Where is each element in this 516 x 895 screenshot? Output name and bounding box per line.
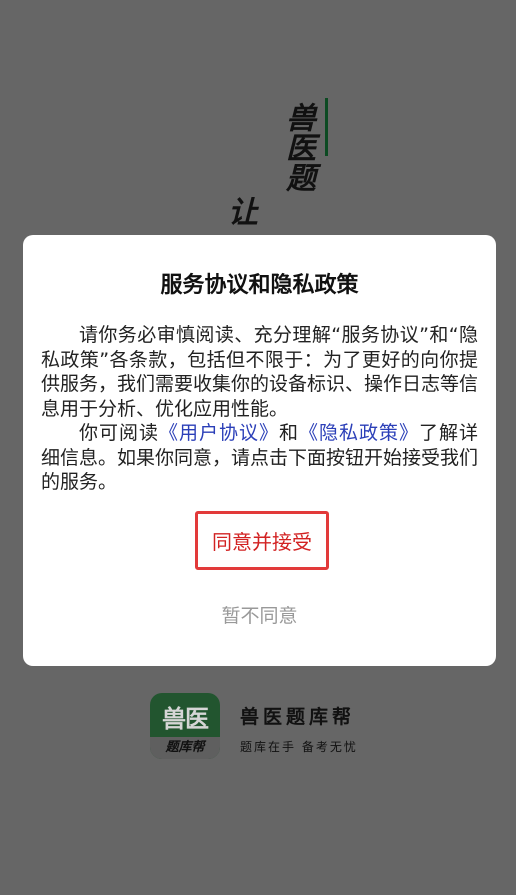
privacy-policy-link[interactable]: 《隐私政策》 (299, 422, 419, 444)
user-agreement-link[interactable]: 《用户协议》 (159, 422, 279, 444)
logo-text-top: 兽医 (162, 705, 209, 733)
slogan-accent-bar (325, 98, 328, 156)
dialog-title: 服务协议和隐私政策 (160, 273, 359, 298)
app-logo: 兽医 题库帮 (150, 693, 220, 759)
agree-button[interactable]: 同意并接受 (212, 526, 312, 555)
dialog-body: 请你务必审慎阅读、充分理解“服务协议”和“隐私政策”各条款，包括但不限于：为了更… (41, 323, 478, 495)
slogan-text-col1: 兽医题 (280, 102, 315, 192)
paragraph-2-and: 和 (278, 422, 299, 444)
privacy-dialog: 服务协议和隐私政策 请你务必审慎阅读、充分理解“服务协议”和“隐私政策”各条款，… (23, 235, 496, 666)
paragraph-2-prefix: 你可阅读 (79, 422, 159, 444)
dialog-paragraph-1: 请你务必审慎阅读、充分理解“服务协议”和“隐私政策”各条款，包括但不限于：为了更… (41, 324, 479, 420)
agree-button-frame[interactable]: 同意并接受 (195, 511, 329, 570)
dialog-paragraph-2: 你可阅读《用户协议》和《隐私政策》了解详细信息。如果你同意，请点击下面按钮开始接… (41, 421, 478, 495)
app-name: 兽医题库帮 (240, 706, 356, 728)
app-tagline: 题库在手 备考无忧 (240, 740, 358, 754)
disagree-button[interactable]: 暂不同意 (23, 601, 496, 628)
logo-text-bottom: 题库帮 (150, 737, 220, 759)
slogan-text-col2: 让 (222, 196, 257, 226)
splash-slogan: 兽医题 让 (212, 96, 342, 246)
